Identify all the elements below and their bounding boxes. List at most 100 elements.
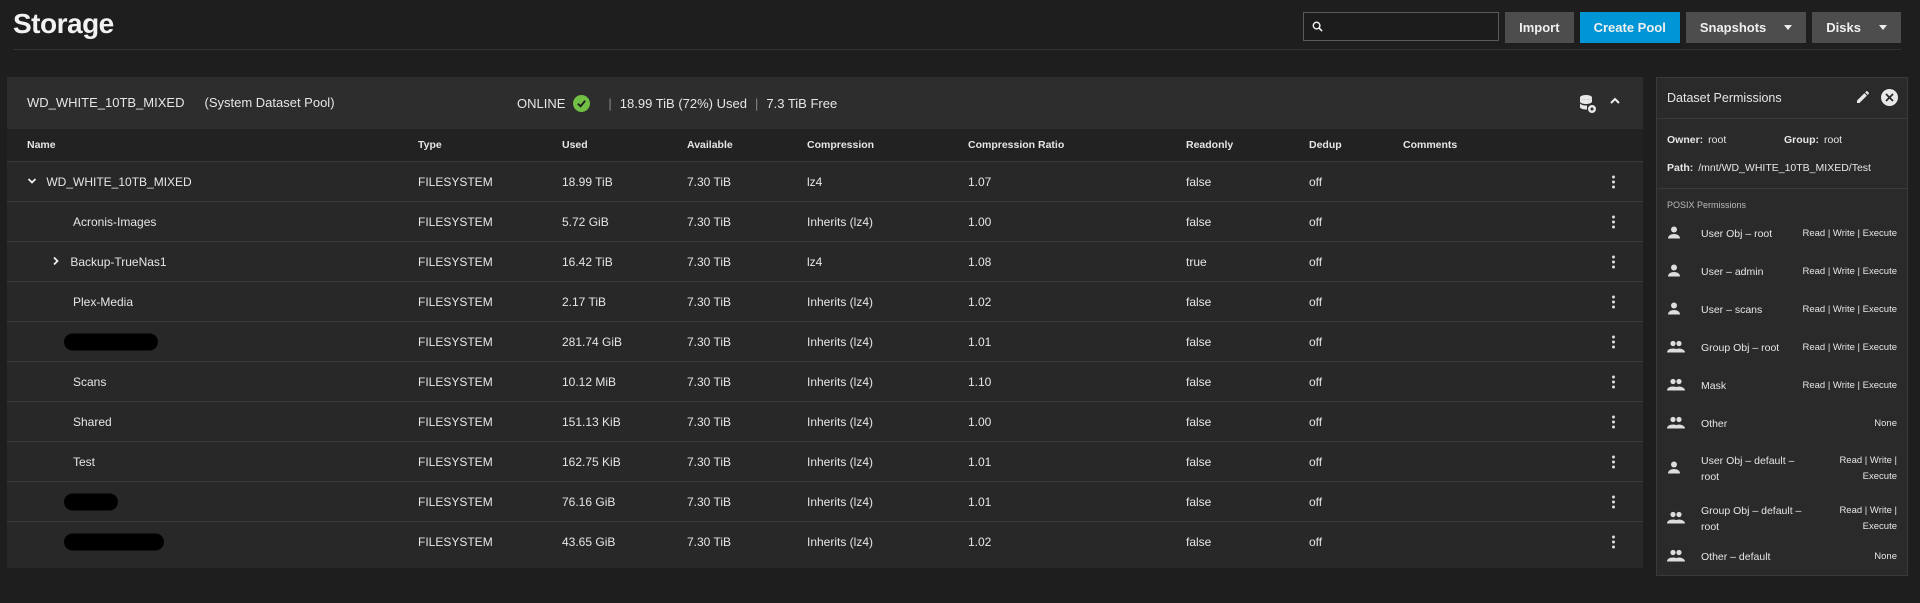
column-header[interactable]: Compression <box>807 139 874 151</box>
acl-entry[interactable]: User – scans Read | Write | Execute <box>1667 291 1897 329</box>
snapshots-button[interactable]: Snapshots <box>1685 12 1807 43</box>
chevron-up-icon[interactable] <box>1609 95 1621 110</box>
ratio-cell: 1.01 <box>968 335 992 349</box>
acl-entry[interactable]: User Obj – root Read | Write | Execute <box>1667 215 1897 253</box>
panel-header: Dataset Permissions <box>1657 78 1907 119</box>
column-header[interactable]: Comments <box>1403 139 1457 151</box>
acl-entry-perms: Read | Write | Execute <box>1839 455 1897 482</box>
edit-pencil-icon[interactable] <box>1855 89 1871 108</box>
dataset-name: WD_WHITE_10TB_MIXED <box>46 175 192 189</box>
table-row[interactable]: Scans FILESYSTEM 10.12 MiB 7.30 TiB Inhe… <box>7 361 1643 402</box>
column-header[interactable]: Used <box>562 139 588 151</box>
compression-cell: lz4 <box>807 255 823 269</box>
search-icon <box>1312 21 1323 32</box>
more-vert-icon[interactable] <box>1612 255 1615 269</box>
search-box[interactable] <box>1303 12 1500 41</box>
table-row[interactable]: FILESYSTEM 43.65 GiB 7.30 TiB Inherits (… <box>7 521 1643 562</box>
pool-status-text: ONLINE <box>517 96 566 111</box>
column-header[interactable]: Readonly <box>1186 139 1233 151</box>
table-row[interactable]: WD_WHITE_10TB_MIXED FILESYSTEM 18.99 TiB… <box>7 161 1643 202</box>
separator: | <box>754 96 759 111</box>
more-vert-icon[interactable] <box>1612 375 1615 389</box>
used-cell: 151.13 KiB <box>562 415 621 429</box>
acl-entry[interactable]: User Obj – default – root Read | Write |… <box>1667 446 1897 492</box>
acl-entry-perms: Read | Write | Execute <box>1802 304 1897 315</box>
ratio-cell: 1.00 <box>968 415 992 429</box>
disks-button[interactable]: Disks <box>1812 12 1901 43</box>
acl-entry[interactable]: Other None <box>1667 405 1897 443</box>
more-vert-icon[interactable] <box>1612 535 1615 549</box>
search-input[interactable] <box>1329 18 1494 35</box>
dedup-cell: off <box>1309 375 1323 389</box>
ratio-cell: 1.10 <box>968 375 992 389</box>
acl-entry-perms: None <box>1874 551 1897 562</box>
table-row[interactable]: FILESYSTEM 281.74 GiB 7.30 TiB Inherits … <box>7 321 1643 362</box>
column-header[interactable]: Name <box>27 139 56 151</box>
type-cell: FILESYSTEM <box>418 535 493 549</box>
readonly-cell: true <box>1186 255 1207 269</box>
owner-label: Owner: <box>1667 134 1704 146</box>
ratio-cell: 1.01 <box>968 455 992 469</box>
more-vert-icon[interactable] <box>1612 455 1615 469</box>
pool-used: 18.99 TiB (72%) Used <box>619 96 747 111</box>
system-dataset-label: (System Dataset Pool) <box>204 95 335 110</box>
type-cell: FILESYSTEM <box>418 255 493 269</box>
chevron-down-icon[interactable] <box>27 175 37 189</box>
owner-info: Owner: root <box>1667 134 1726 146</box>
readonly-cell: false <box>1186 335 1212 349</box>
title-divider <box>13 49 1901 50</box>
acl-entry-perms: Read | Write | Execute <box>1802 380 1897 391</box>
group-icon <box>1667 416 1685 433</box>
column-header[interactable]: Type <box>418 139 442 151</box>
dedup-cell: off <box>1309 255 1323 269</box>
column-header[interactable]: Dedup <box>1309 139 1342 151</box>
more-vert-icon[interactable] <box>1612 495 1615 509</box>
create-pool-button[interactable]: Create Pool <box>1579 12 1680 43</box>
path-info: Path: /mnt/WD_WHITE_10TB_MIXED/Test <box>1667 162 1871 174</box>
readonly-cell: false <box>1186 295 1212 309</box>
more-vert-icon[interactable] <box>1612 335 1615 349</box>
disks-label: Disks <box>1826 20 1861 35</box>
user-icon <box>1667 461 1681 478</box>
readonly-cell: false <box>1186 215 1212 229</box>
dedup-cell: off <box>1309 175 1323 189</box>
more-vert-icon[interactable] <box>1612 415 1615 429</box>
more-vert-icon[interactable] <box>1612 295 1615 309</box>
acl-entry[interactable]: Other – default None <box>1667 538 1897 576</box>
compression-cell: Inherits (lz4) <box>807 415 874 429</box>
available-cell: 7.30 TiB <box>687 415 732 429</box>
dataset-permissions-panel: Dataset Permissions Owner: root Group: roo… <box>1656 77 1908 576</box>
chevron-right-icon[interactable] <box>51 255 61 269</box>
acl-entry[interactable]: User – admin Read | Write | Execute <box>1667 253 1897 291</box>
available-cell: 7.30 TiB <box>687 535 732 549</box>
more-vert-icon[interactable] <box>1612 215 1615 229</box>
used-cell: 5.72 GiB <box>562 215 609 229</box>
acl-entry[interactable]: Group Obj – root Read | Write | Execute <box>1667 329 1897 367</box>
acl-entry[interactable]: Mask Read | Write | Execute <box>1667 367 1897 405</box>
pool-free: 7.3 TiB Free <box>766 96 838 111</box>
table-row[interactable]: Plex-Media FILESYSTEM 2.17 TiB 7.30 TiB … <box>7 281 1643 322</box>
column-header[interactable]: Compression Ratio <box>968 139 1064 151</box>
readonly-cell: false <box>1186 455 1212 469</box>
table-row[interactable]: Shared FILESYSTEM 151.13 KiB 7.30 TiB In… <box>7 401 1643 442</box>
owner-value: root <box>1708 134 1727 146</box>
table-row[interactable]: Backup-TrueNas1 FILESYSTEM 16.42 TiB 7.3… <box>7 241 1643 282</box>
column-header[interactable]: Available <box>687 139 733 151</box>
table-row[interactable]: Test FILESYSTEM 162.75 KiB 7.30 TiB Inhe… <box>7 441 1643 482</box>
dataset-name: Acronis-Images <box>73 215 157 229</box>
acl-entry[interactable]: Group Obj – default – root Read | Write … <box>1667 496 1897 542</box>
user-icon <box>1667 302 1681 319</box>
group-value: root <box>1824 134 1843 146</box>
table-row[interactable]: FILESYSTEM 76.16 GiB 7.30 TiB Inherits (… <box>7 481 1643 522</box>
user-icon <box>1667 226 1681 243</box>
table-row[interactable]: Acronis-Images FILESYSTEM 5.72 GiB 7.30 … <box>7 201 1643 242</box>
compression-cell: Inherits (lz4) <box>807 495 874 509</box>
more-vert-icon[interactable] <box>1612 175 1615 189</box>
close-icon[interactable] <box>1881 89 1898 106</box>
import-button[interactable]: Import <box>1505 12 1574 43</box>
used-cell: 2.17 TiB <box>562 295 607 309</box>
used-cell: 43.65 GiB <box>562 535 616 549</box>
database-settings-icon[interactable] <box>1579 94 1597 117</box>
readonly-cell: false <box>1186 495 1212 509</box>
compression-cell: lz4 <box>807 175 823 189</box>
